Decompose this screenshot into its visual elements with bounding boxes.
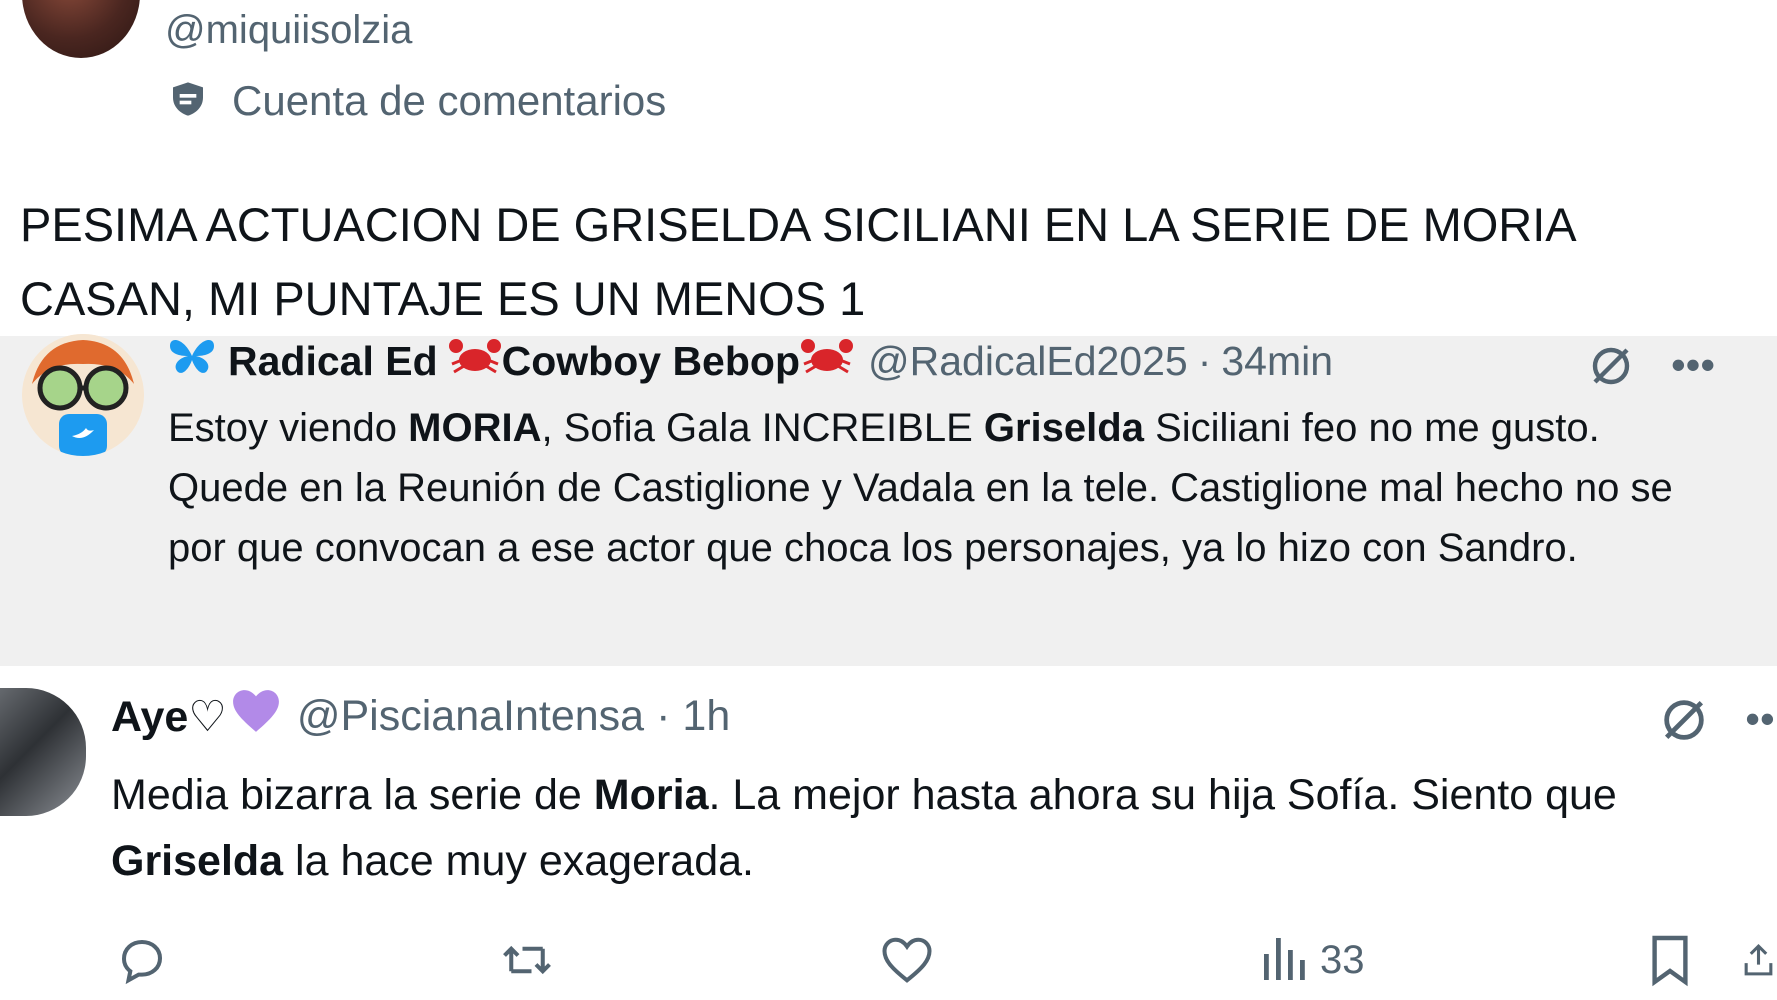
reply-display-name[interactable]: Aye♡ bbox=[111, 692, 227, 742]
grok-icon[interactable] bbox=[1656, 692, 1712, 748]
more-options-icon[interactable]: ••• bbox=[1665, 340, 1721, 390]
author-avatar[interactable] bbox=[22, 0, 140, 58]
quote-text: Estoy viendo MORIA, Sofia Gala INCREIBLE… bbox=[168, 398, 1698, 578]
like-icon[interactable] bbox=[877, 930, 937, 990]
analytics-icon bbox=[1262, 933, 1306, 988]
comment-account-text: Cuenta de comentarios bbox=[232, 77, 667, 124]
comment-account-label: Cuenta de comentarios bbox=[168, 77, 666, 125]
views-button[interactable]: 33 bbox=[1262, 930, 1392, 990]
post-text-line: CASAN, MI PUNTAJE ES UN MENOS 1 bbox=[20, 272, 866, 325]
bookmark-icon[interactable] bbox=[1645, 930, 1695, 990]
retweet-icon[interactable] bbox=[495, 930, 559, 990]
author-handle[interactable]: @miquiisolzia bbox=[165, 8, 412, 53]
quote-segment: , Sofia Gala INCREIBLE bbox=[541, 406, 984, 450]
butterfly-icon bbox=[166, 334, 218, 388]
reply-header: Aye♡ @PiscianaIntensa · 1h bbox=[111, 688, 730, 745]
reply-segment: . La mejor hasta ahora su hija Sofía. Si… bbox=[708, 771, 1617, 819]
crab-icon bbox=[448, 334, 502, 388]
quote-header: Radical Ed Cowboy Bebop @RadicalEd2025 ·… bbox=[166, 334, 1333, 388]
shield-icon bbox=[168, 79, 208, 124]
views-count: 33 bbox=[1320, 937, 1365, 982]
quote-segment: Griselda bbox=[983, 406, 1144, 450]
reply-segment: Griselda bbox=[111, 837, 284, 885]
grok-icon[interactable] bbox=[1585, 340, 1637, 392]
reply-segment: Moria bbox=[593, 771, 709, 819]
reply-segment: la hace muy exagerada. bbox=[283, 837, 754, 885]
share-icon[interactable] bbox=[1740, 930, 1777, 990]
crab-icon bbox=[800, 334, 854, 388]
reply-icon[interactable] bbox=[112, 930, 172, 990]
quote-segment: MORIA bbox=[408, 406, 542, 450]
reply-text: Media bizarra la serie de Moria. La mejo… bbox=[111, 762, 1771, 894]
quote-handle[interactable]: @RadicalEd2025 bbox=[868, 338, 1188, 385]
action-bar: 33 bbox=[0, 930, 1777, 990]
reply-timestamp[interactable]: 1h bbox=[682, 692, 730, 741]
reply-avatar[interactable] bbox=[0, 688, 86, 816]
reply-handle[interactable]: @PiscianaIntensa bbox=[297, 692, 644, 741]
separator-dot: · bbox=[656, 692, 671, 740]
post-text-line: PESIMA ACTUACION DE GRISELDA SICILIANI E… bbox=[20, 198, 1577, 251]
reply-segment: Media bizarra la serie de bbox=[111, 771, 594, 819]
quote-display-name[interactable]: Radical Ed bbox=[228, 338, 438, 385]
quote-timestamp[interactable]: 34min bbox=[1221, 338, 1333, 385]
separator-dot: · bbox=[1197, 337, 1212, 384]
post-text: PESIMA ACTUACION DE GRISELDA SICILIANI E… bbox=[20, 188, 1740, 336]
quote-display-name-suffix[interactable]: Cowboy Bebop bbox=[502, 338, 800, 385]
more-options-icon[interactable]: •• bbox=[1740, 694, 1777, 744]
purple-heart-icon bbox=[231, 688, 281, 745]
quote-avatar[interactable] bbox=[22, 334, 144, 456]
quote-segment: Estoy viendo bbox=[168, 406, 409, 450]
